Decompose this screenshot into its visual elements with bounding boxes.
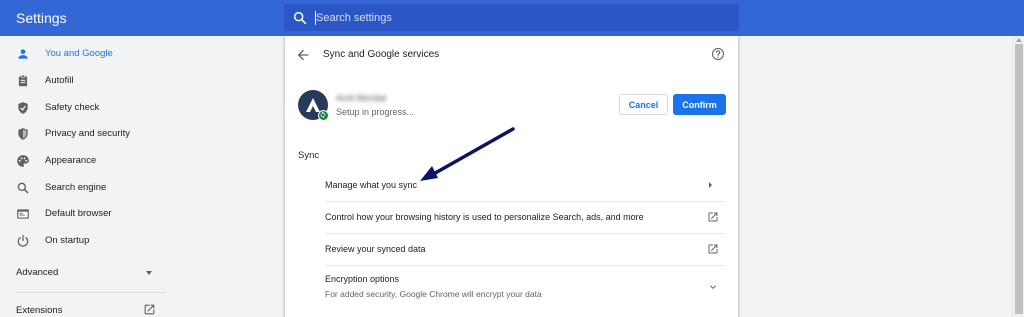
sidebar-item-label: Search engine [45, 182, 107, 193]
browsing-history-personalization-row[interactable]: Control how your browsing history is use… [325, 204, 725, 230]
confirm-button[interactable]: Confirm [673, 94, 726, 115]
scroll-up-arrow-icon[interactable] [1016, 38, 1022, 42]
row-label: Encryption options [325, 274, 400, 284]
sidebar-item-privacy-and-security[interactable]: Privacy and security [0, 122, 250, 148]
open-in-new-icon [144, 304, 155, 315]
sidebar-advanced-toggle[interactable]: Advanced [0, 262, 170, 284]
caret-down-icon [146, 271, 152, 275]
sidebar-item-label: Autofill [45, 75, 74, 86]
section-title: Sync [298, 150, 320, 161]
sidebar-item-autofill[interactable]: Autofill [0, 69, 250, 95]
back-arrow-icon[interactable] [295, 47, 311, 63]
shield-check-icon [18, 102, 28, 114]
sync-badge-icon [318, 110, 329, 121]
sidebar-item-default-browser[interactable]: Default browser [0, 202, 250, 228]
manage-what-you-sync-row[interactable]: Manage what you sync [325, 174, 725, 198]
help-icon[interactable] [711, 47, 725, 61]
row-divider [325, 265, 725, 266]
row-label: Control how your browsing history is use… [325, 212, 644, 222]
cancel-button[interactable]: Cancel [619, 94, 668, 115]
encryption-options-row[interactable]: Encryption options For added security, G… [325, 268, 725, 304]
extensions-label: Extensions [16, 305, 63, 316]
sidebar-item-extensions[interactable]: Extensions [0, 300, 170, 317]
shield-icon [18, 128, 28, 140]
palette-icon [17, 155, 29, 167]
sync-settings-card: Sync and Google services Amit Mondal Set… [285, 36, 738, 317]
scrollbar-thumb[interactable] [1015, 44, 1023, 314]
browser-icon [17, 209, 29, 219]
open-in-new-icon [708, 212, 718, 222]
sidebar-item-label: On startup [45, 235, 90, 246]
search-box[interactable] [284, 4, 739, 31]
chevron-right-icon [709, 182, 712, 188]
app-title: Settings [16, 10, 67, 26]
chevron-down-icon [710, 285, 716, 289]
row-label: Review your synced data [325, 244, 426, 254]
account-status: Setup in progress... [336, 107, 415, 117]
page-scrollbar[interactable] [1012, 36, 1024, 317]
sidebar-item-search-engine[interactable]: Search engine [0, 176, 250, 202]
search-input[interactable] [316, 9, 716, 27]
search-icon [17, 182, 29, 194]
search-icon [293, 11, 307, 25]
sidebar-item-on-startup[interactable]: On startup [0, 229, 250, 255]
clipboard-icon [18, 74, 28, 87]
row-sublabel: For added security, Google Chrome will e… [325, 289, 542, 299]
advanced-label: Advanced [16, 267, 59, 278]
review-synced-data-row[interactable]: Review your synced data [325, 236, 725, 262]
top-app-bar: Settings [0, 0, 1024, 36]
row-label: Manage what you sync [325, 180, 418, 190]
sidebar-item-safety-check[interactable]: Safety check [0, 96, 250, 122]
account-name: Amit Mondal [336, 93, 387, 103]
sidebar-item-label: Safety check [45, 102, 100, 113]
person-icon [18, 49, 28, 59]
page-title: Sync and Google services [323, 49, 440, 60]
sidebar-item-label: You and Google [45, 48, 113, 59]
sidebar-item-you-and-google[interactable]: You and Google [0, 42, 250, 68]
sidebar-item-label: Appearance [45, 155, 97, 166]
row-divider [325, 201, 725, 202]
row-divider [325, 233, 725, 234]
sidebar-item-appearance[interactable]: Appearance [0, 149, 250, 175]
sidebar-item-label: Default browser [45, 208, 112, 219]
sidebar-item-label: Privacy and security [45, 128, 131, 139]
open-in-new-icon [708, 244, 718, 254]
power-icon [17, 234, 29, 247]
sidebar-divider [16, 292, 166, 293]
